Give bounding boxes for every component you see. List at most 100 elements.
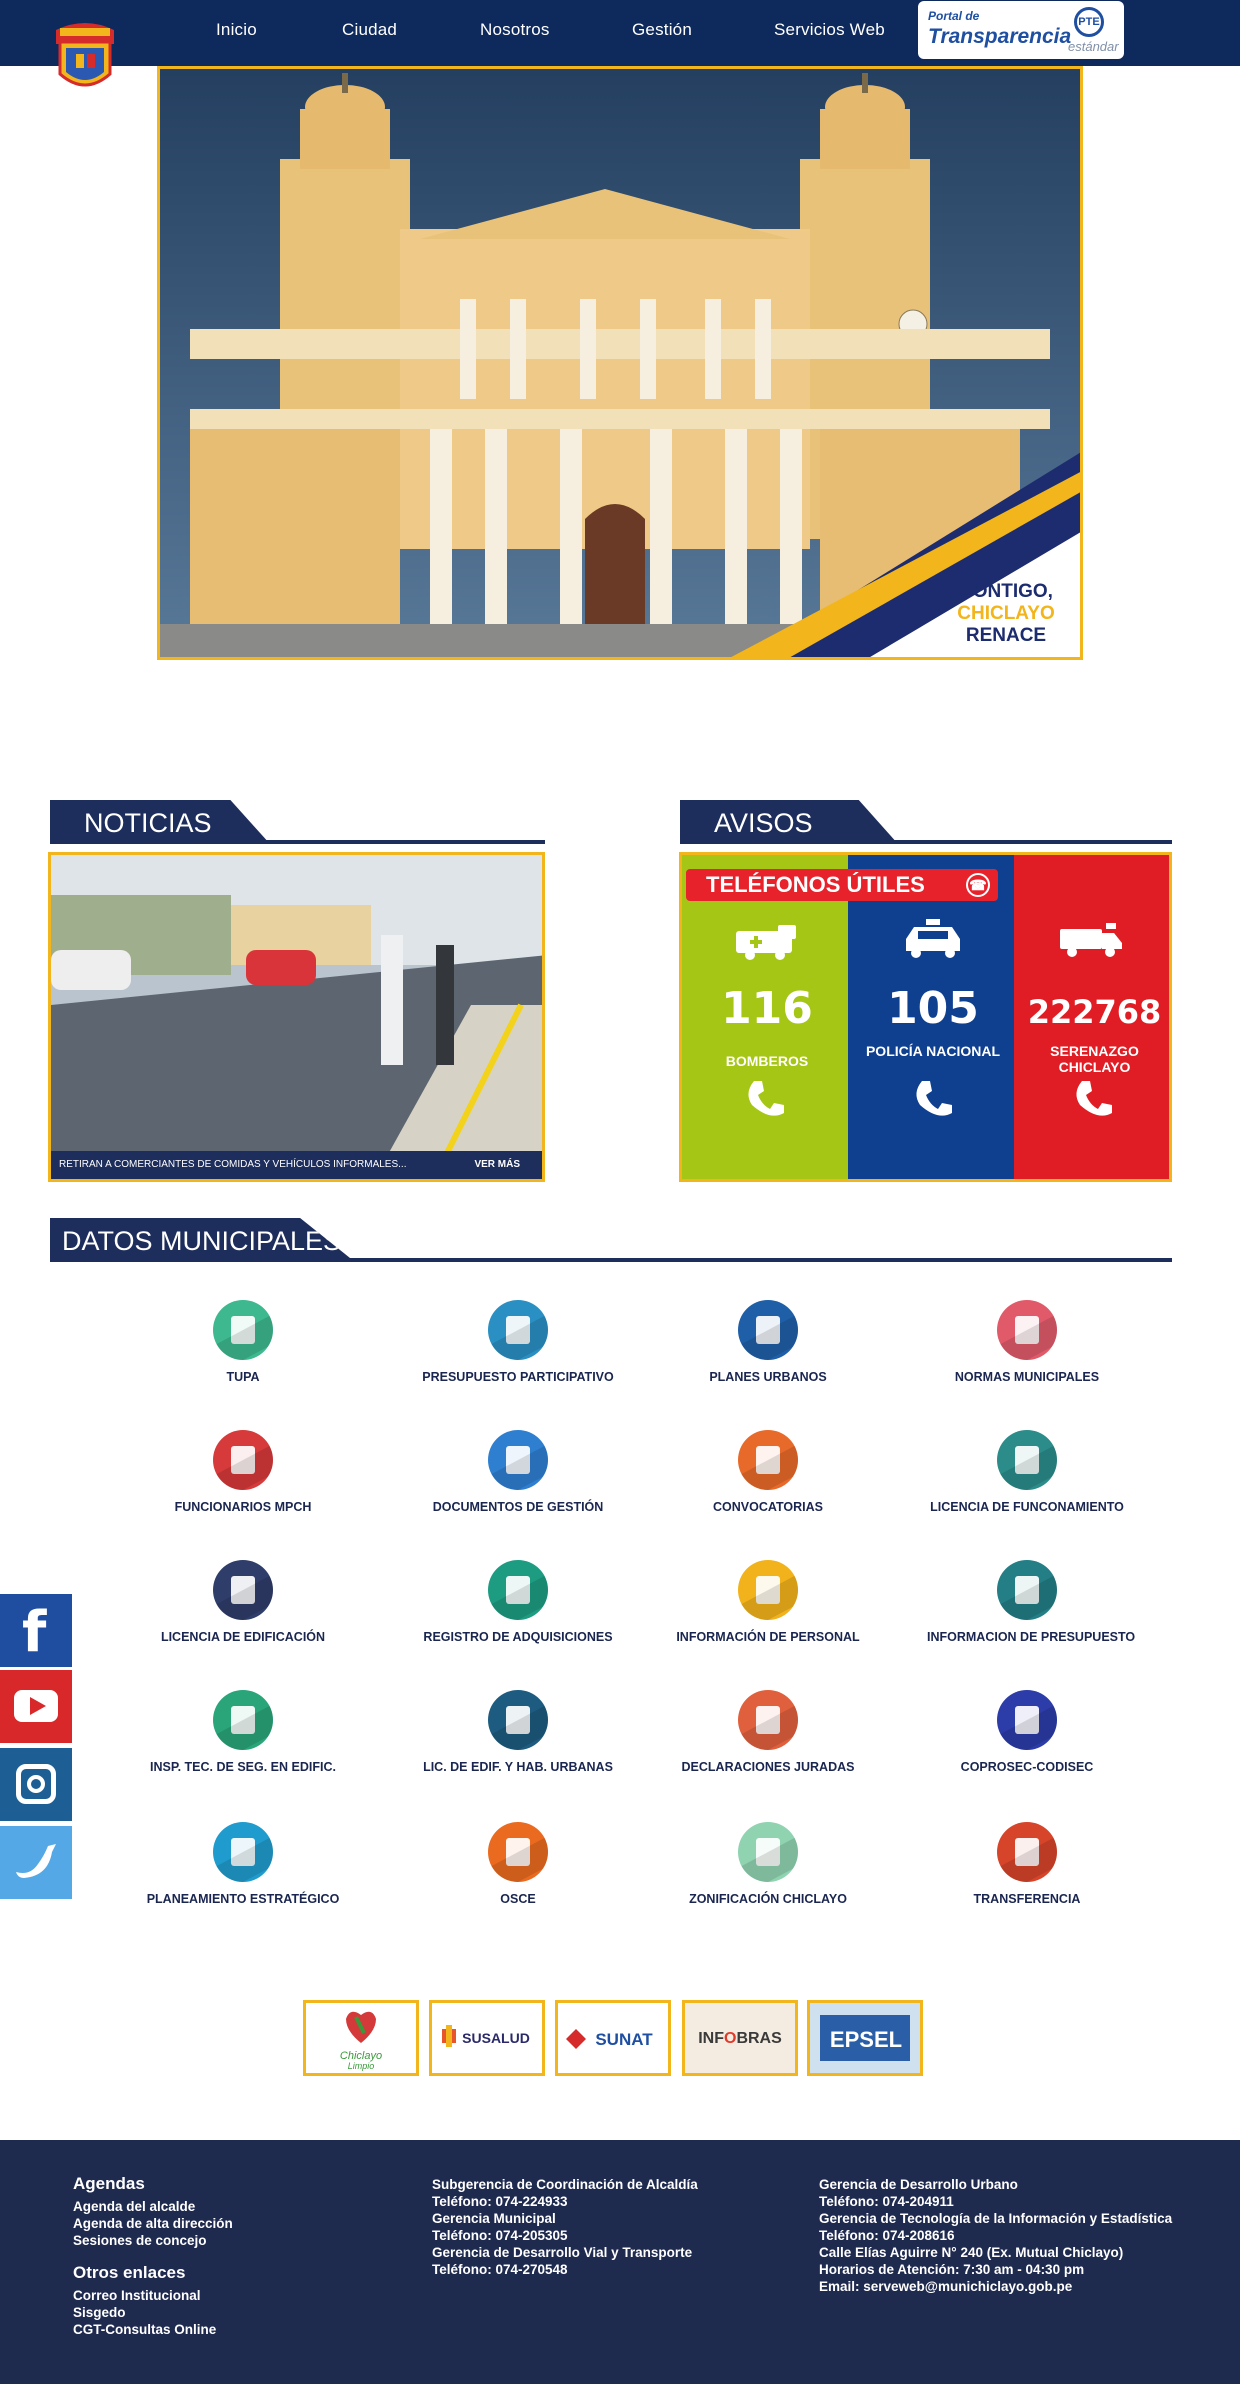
avisos-tab: AVISOS: [680, 800, 898, 844]
datos-item-label: PLANES URBANOS: [709, 1370, 827, 1384]
document-icon: [997, 1430, 1057, 1490]
footer-text: Calle Elías Aguirre N° 240 (Ex. Mutual C…: [819, 2245, 1124, 2260]
footer-text: Teléfono: 074-205305: [432, 2228, 568, 2243]
footer-link[interactable]: Sesiones de concejo: [73, 2232, 233, 2249]
datos-item[interactable]: PLANEAMIENTO ESTRATÉGICO: [143, 1822, 343, 1906]
badge-line1: CONTIGO,: [959, 581, 1053, 602]
datos-item[interactable]: LICENCIA DE EDIFICACIÓN: [143, 1560, 343, 1644]
svg-text:Limpio: Limpio: [348, 2061, 375, 2071]
phone-card-bomberos[interactable]: 116 BOMBEROS: [682, 855, 852, 1179]
footer-text: Horarios de Atención: 7:30 am - 04:30 pm: [819, 2262, 1085, 2277]
people-icon: [738, 1560, 798, 1620]
datos-item-label: PRESUPUESTO PARTICIPATIVO: [422, 1370, 614, 1384]
news-caption-bar: RETIRAN A COMERCIANTES DE COMIDAS Y VEHÍ…: [51, 1151, 542, 1179]
datos-item[interactable]: ZONIFICACIÓN CHICLAYO: [668, 1822, 868, 1906]
footer-text: Teléfono: 074-204911: [819, 2194, 954, 2209]
footer-link[interactable]: Sisgedo: [73, 2304, 233, 2321]
phone-card-policia[interactable]: 105 POLICÍA NACIONAL: [848, 855, 1018, 1179]
file-icon: [213, 1560, 273, 1620]
datos-item[interactable]: PRESUPUESTO PARTICIPATIVO: [418, 1300, 618, 1384]
datos-item[interactable]: LICENCIA DE FUNCONAMIENTO: [927, 1430, 1127, 1514]
phone-number-policia: 105: [887, 983, 979, 1034]
network-icon: [213, 1690, 273, 1750]
footer-link[interactable]: Agenda del alcalde: [73, 2198, 233, 2215]
useful-phones-panel: 116 BOMBEROS 105 POLICÍA NACIONAL 222768…: [679, 852, 1172, 1182]
datos-item[interactable]: TUPA: [143, 1300, 343, 1384]
datos-item-label: INFORMACION DE PRESUPUESTO: [927, 1630, 1136, 1644]
datos-item-label: FUNCIONARIOS MPCH: [174, 1500, 312, 1514]
phone-label-serenazgo: SERENAZGO CHICLAYO: [1050, 1043, 1139, 1075]
footer-col-contacts-1: Subgerencia de Coordinación de Alcaldía …: [432, 2176, 698, 2278]
datos-item-label: INFORMACIÓN DE PERSONAL: [676, 1630, 860, 1644]
datos-item[interactable]: DOCUMENTOS DE GESTIÓN: [418, 1430, 618, 1514]
avisos-header: AVISOS: [680, 800, 1172, 844]
datos-item-label: DOCUMENTOS DE GESTIÓN: [432, 1500, 604, 1514]
datos-item[interactable]: NORMAS MUNICIPALES: [927, 1300, 1127, 1384]
infobras-logo[interactable]: INFOBRAS: [682, 2000, 798, 2076]
news-more-link[interactable]: VER MÁS: [474, 1159, 520, 1170]
badge-line2: CHICLAYO: [957, 603, 1055, 624]
youtube-icon[interactable]: [0, 1670, 72, 1743]
nav-inicio[interactable]: Inicio: [216, 20, 257, 40]
datos-item[interactable]: LIC. DE EDIF. Y HAB. URBANAS: [418, 1690, 618, 1774]
chiclayo-limpio-logo[interactable]: Chiclayo Limpio: [303, 2000, 419, 2076]
datos-item[interactable]: PLANES URBANOS: [668, 1300, 868, 1384]
footer-link[interactable]: Correo Institucional: [73, 2287, 233, 2304]
instagram-icon[interactable]: [0, 1748, 72, 1821]
datos-item-label: DECLARACIONES JURADAS: [681, 1760, 855, 1774]
epsel-logo[interactable]: EPSEL: [807, 2000, 923, 2076]
chart-down-icon: [997, 1560, 1057, 1620]
ambulance-icon: [736, 925, 796, 960]
news-caption: RETIRAN A COMERCIANTES DE COMIDAS Y VEHÍ…: [59, 1159, 407, 1170]
search-icon: [488, 1822, 548, 1882]
svg-text:INFOBRAS: INFOBRAS: [698, 2030, 782, 2047]
datos-item[interactable]: DECLARACIONES JURADAS: [668, 1690, 868, 1774]
datos-item[interactable]: FUNCIONARIOS MPCH: [143, 1430, 343, 1514]
footer-link[interactable]: CGT-Consultas Online: [73, 2321, 233, 2338]
footer-link[interactable]: Agenda de alta dirección: [73, 2215, 233, 2232]
book-icon: [213, 1300, 273, 1360]
footer-email[interactable]: Email: serveweb@munichiclayo.gob.pe: [819, 2278, 1172, 2295]
datos-item[interactable]: COPROSEC-CODISEC: [927, 1690, 1127, 1774]
datos-item[interactable]: CONVOCATORIAS: [668, 1430, 868, 1514]
nav-ciudad[interactable]: Ciudad: [342, 20, 397, 40]
page-icon: [213, 1822, 273, 1882]
footer-text: Teléfono: 074-208616: [819, 2228, 955, 2243]
wallet-icon: [997, 1300, 1057, 1360]
nav-gestion[interactable]: Gestión: [632, 20, 692, 40]
datos-item-label: ZONIFICACIÓN CHICLAYO: [689, 1892, 847, 1906]
bars-icon: [738, 1690, 798, 1750]
datos-item[interactable]: INFORMACION DE PRESUPUESTO: [927, 1560, 1136, 1644]
phone-card-serenazgo[interactable]: 222768 SERENAZGO CHICLAYO: [1014, 855, 1169, 1179]
share-icon: [997, 1822, 1057, 1882]
footer-text: Gerencia de Desarrollo Vial y Transporte: [432, 2245, 693, 2260]
user-icon: [213, 1430, 273, 1490]
nav-servicios-web[interactable]: Servicios Web: [774, 20, 885, 40]
footer-text: Gerencia de Tecnología de la Información…: [819, 2211, 1173, 2226]
badge-line3: RENACE: [965, 625, 1047, 646]
checklist-icon: [488, 1560, 548, 1620]
facebook-icon[interactable]: f: [0, 1594, 72, 1667]
municipal-crest-logo[interactable]: [50, 18, 120, 98]
datos-item[interactable]: INSP. TEC. DE SEG. EN EDIFIC.: [143, 1690, 343, 1774]
susalud-logo[interactable]: SUSALUD: [429, 2000, 545, 2076]
avisos-title: AVISOS: [714, 808, 813, 838]
portal-transparencia-link[interactable]: Portal de Transparencia PTE estándar: [918, 1, 1124, 59]
pte-line2: Transparencia: [928, 25, 1072, 48]
news-card[interactable]: RETIRAN A COMERCIANTES DE COMIDAS Y VEHÍ…: [48, 852, 545, 1182]
datos-item-label: TRANSFERENCIA: [973, 1892, 1081, 1906]
datos-item[interactable]: INFORMACIÓN DE PERSONAL: [668, 1560, 868, 1644]
cathedral-photo: [160, 69, 1080, 657]
sunat-logo[interactable]: SUNAT: [555, 2000, 671, 2076]
datos-item[interactable]: TRANSFERENCIA: [927, 1822, 1127, 1906]
group-icon: [738, 1430, 798, 1490]
nav-nosotros[interactable]: Nosotros: [480, 20, 550, 40]
phone-number-serenazgo: 222768: [1027, 993, 1162, 1031]
twitter-icon[interactable]: [0, 1826, 72, 1899]
datos-municipales-underline: [50, 1258, 1172, 1262]
svg-text:SUNAT: SUNAT: [595, 2030, 653, 2049]
datos-item-label: NORMAS MUNICIPALES: [954, 1370, 1100, 1384]
datos-item[interactable]: REGISTRO DE ADQUISICIONES: [418, 1560, 618, 1644]
datos-item[interactable]: OSCE: [418, 1822, 618, 1906]
footer-text: Subgerencia de Coordinación de Alcaldía: [432, 2177, 698, 2192]
